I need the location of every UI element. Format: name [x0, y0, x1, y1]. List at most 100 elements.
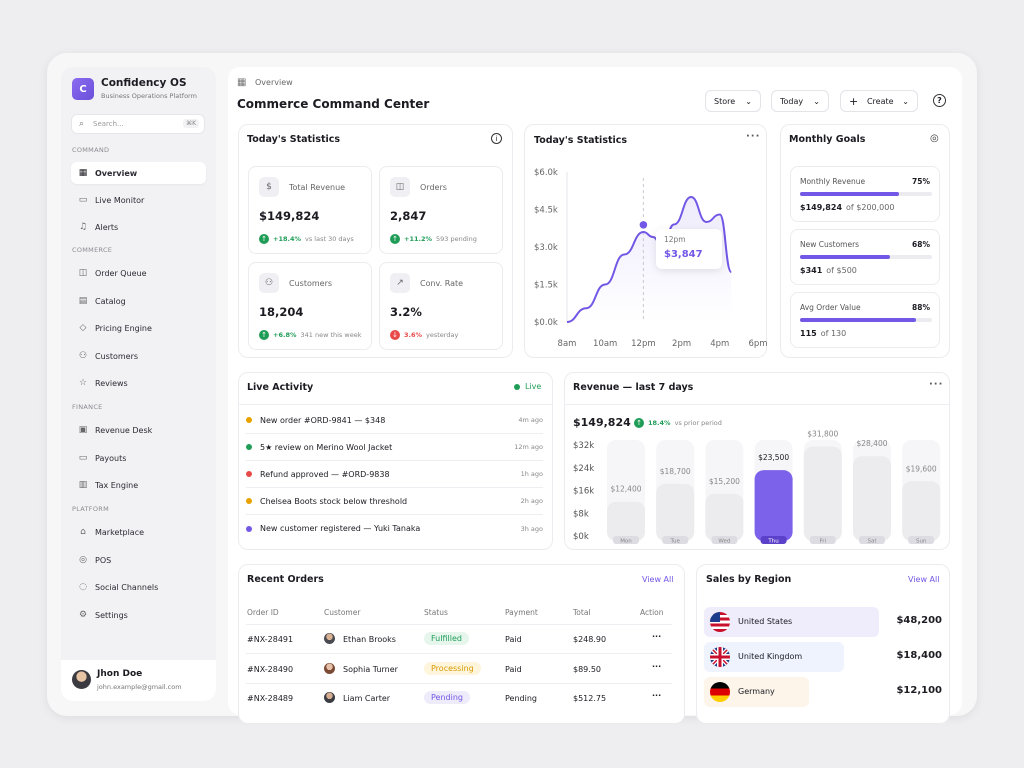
sidebar-item-overview[interactable]: ▦ Overview — [71, 162, 206, 184]
sidebar-item-customers[interactable]: ⚇ Customers — [71, 345, 206, 367]
bar — [853, 456, 891, 541]
create-button-label: Create — [866, 96, 894, 106]
us-flag-icon — [710, 612, 730, 632]
chart-tooltip: 12pm $3,847 — [656, 229, 722, 269]
region-row[interactable]: United States — [704, 607, 879, 637]
payment-status: Paid — [505, 665, 522, 674]
goal-value-line: $341 of $500 — [800, 266, 857, 275]
period-select[interactable]: Today ⌄ — [771, 90, 829, 112]
sidebar-item-tax-engine[interactable]: ▥ Tax Engine — [71, 474, 206, 496]
goal-value-line: 115 of 130 — [800, 329, 846, 338]
revenue-delta: ↑ 18.4% vs prior period — [634, 418, 722, 428]
column-header: Action — [640, 608, 664, 617]
stat-delta: ↓ 3.6% yesterday — [390, 330, 458, 340]
customer-name: Liam Carter — [343, 694, 391, 703]
sidebar-item-marketplace[interactable]: ⌂ Marketplace — [71, 521, 206, 543]
bag-icon: ◫ — [390, 177, 410, 197]
info-icon[interactable]: i — [491, 133, 502, 144]
goal-value: $341 — [800, 266, 823, 275]
activity-item[interactable]: Refund approved — #ORD-9838 1h ago — [246, 461, 543, 488]
activity-item[interactable]: 5★ review on Merino Wool Jacket 12m ago — [246, 434, 543, 461]
sidebar-item-pricing-engine[interactable]: ◇ Pricing Engine — [71, 317, 206, 339]
table-row[interactable]: #NX-28491 Ethan Brooks Fulfilled Paid $2… — [246, 625, 672, 654]
goal-item: New Customers 68% $341 of $500 — [790, 229, 940, 285]
customer-name: Ethan Brooks — [343, 635, 396, 644]
create-button[interactable]: + Create ⌄ — [840, 90, 918, 112]
status-badge: Fulfilled — [424, 632, 469, 645]
page-title: Commerce Command Center — [237, 97, 430, 111]
activity-dot — [246, 417, 252, 423]
tooltip-time: 12pm — [664, 235, 686, 244]
more-icon[interactable]: ··· — [652, 691, 661, 700]
y-tick-label: $8k — [573, 509, 589, 519]
store-icon: ⌂ — [80, 527, 86, 537]
sidebar-item-settings[interactable]: ⚙ Settings — [71, 604, 206, 626]
bar — [705, 493, 744, 541]
customer-name: Sophia Turner — [343, 665, 398, 674]
x-tick-label: 2pm — [672, 339, 691, 349]
sidebar-item-order-queue[interactable]: ◫ Order Queue — [71, 262, 206, 284]
sidebar-item-label: Catalog — [95, 296, 126, 306]
sidebar-section-command: COMMAND — [72, 146, 110, 154]
stat-delta: ↑ +6.8% 341 new this week — [259, 330, 361, 340]
more-icon[interactable]: ··· — [746, 131, 760, 142]
x-tick-label: Sun — [916, 539, 927, 545]
store-select[interactable]: Store ⌄ — [705, 90, 761, 112]
table-row[interactable]: #NX-28489 Liam Carter Pending Pending $5… — [246, 684, 672, 713]
more-icon[interactable]: ··· — [929, 379, 943, 390]
table-row[interactable]: #NX-28490 Sophia Turner Processing Paid … — [246, 655, 672, 684]
y-tick-label: $4.5k — [534, 206, 558, 216]
sidebar-item-social-channels[interactable]: ◌ Social Channels — [71, 576, 206, 598]
sidebar-item-live-monitor[interactable]: ▭ Live Monitor — [71, 189, 206, 211]
order-id: #NX-28491 — [247, 635, 294, 644]
stat-card-customers: ⚇ Customers 18,204 ↑ +6.8% 341 new this we… — [248, 262, 372, 350]
region-row[interactable]: United Kingdom — [704, 642, 844, 672]
region-row[interactable]: Germany — [704, 677, 809, 707]
arrow-up-icon: ↑ — [259, 330, 269, 340]
uk-flag-icon — [710, 647, 730, 667]
stat-value: 2,847 — [390, 209, 427, 223]
target-icon[interactable]: ◎ — [930, 133, 939, 144]
breadcrumb[interactable]: Overview — [255, 78, 293, 87]
arrow-up-icon: ↑ — [390, 234, 400, 244]
sidebar-item-alerts[interactable]: ♫ Alerts — [71, 216, 206, 238]
sidebar-item-label: Customers — [95, 351, 139, 361]
stat-note: 341 new this week — [300, 331, 362, 339]
activity-item[interactable]: New customer registered — Yuki Tanaka 3h … — [246, 515, 543, 542]
more-icon[interactable]: ··· — [652, 632, 661, 641]
region-value: $48,200 — [896, 615, 942, 626]
sidebar-item-revenue-desk[interactable]: ▣ Revenue Desk — [71, 419, 206, 441]
x-tick-label: 8am — [558, 339, 577, 349]
live-status-label: Live — [525, 382, 542, 391]
help-icon[interactable]: ? — [933, 94, 946, 107]
sidebar-item-catalog[interactable]: ▤ Catalog — [71, 290, 206, 312]
orders-view-all-link[interactable]: View All — [642, 575, 673, 584]
search-input[interactable]: ⌕ Search... ⌘K — [71, 114, 205, 134]
sidebar-item-payouts[interactable]: ▭ Payouts — [71, 447, 206, 469]
us-flag-canton — [710, 612, 720, 622]
revenue-total: $149,824 — [573, 416, 631, 429]
more-icon[interactable]: ··· — [652, 662, 661, 671]
activity-title: Live Activity — [247, 382, 314, 393]
activity-item[interactable]: Chelsea Boots stock below threshold 2h ag… — [246, 488, 543, 515]
goal-label: New Customers — [800, 240, 860, 249]
sidebar-item-pos[interactable]: ◎ POS — [71, 549, 206, 571]
stat-card-conversion: ↗ Conv. Rate 3.2% ↓ 3.6% yesterday — [379, 262, 503, 350]
activity-item[interactable]: New order #ORD-9841 — $348 4m ago — [246, 407, 543, 434]
y-tick-label: $0.0k — [534, 318, 558, 328]
bar — [656, 483, 695, 541]
live-status: Live — [514, 382, 541, 391]
sidebar-section-platform: PLATFORM — [72, 505, 109, 513]
goal-item: Avg Order Value 88% 115 of 130 — [790, 292, 940, 348]
sidebar-item-label: POS — [95, 555, 112, 565]
regions-view-all-link[interactable]: View All — [908, 575, 939, 584]
stat-card-orders: ◫ Orders 2,847 ↑ +11.2% 593 pending — [379, 166, 503, 254]
avatar — [324, 692, 335, 703]
sidebar-item-reviews[interactable]: ☆ Reviews — [71, 372, 206, 394]
status-badge: Processing — [424, 662, 481, 675]
y-tick-label: $24k — [573, 464, 594, 474]
bag-icon: ◫ — [78, 268, 88, 278]
pos-icon: ◎ — [79, 555, 87, 565]
wallet-icon: ▣ — [78, 425, 88, 435]
sidebar-item-label: Alerts — [95, 222, 119, 232]
